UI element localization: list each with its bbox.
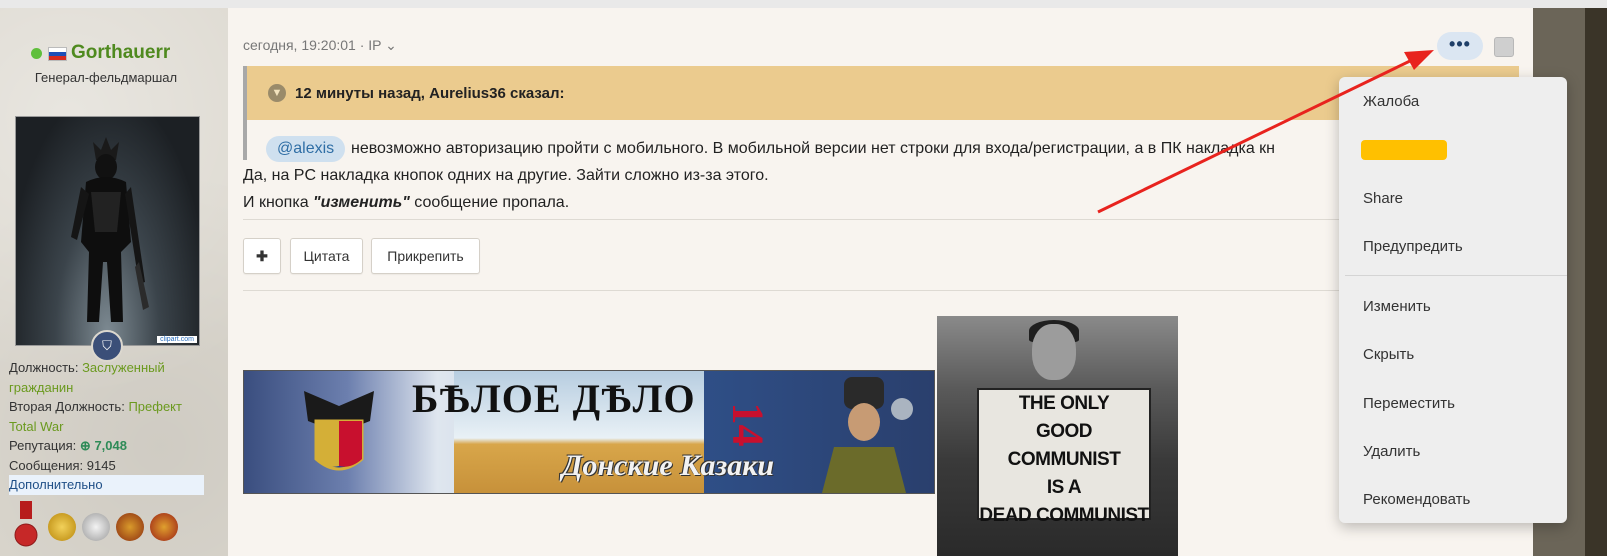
menu-item-recommend[interactable]: Рекомендовать (1363, 491, 1470, 508)
menu-divider (1345, 275, 1567, 276)
more-info-link[interactable]: Дополнительно (9, 475, 204, 495)
author-username[interactable]: Gorthauerr (71, 42, 170, 64)
quote-button[interactable]: Цитата (290, 238, 363, 274)
emphasis-text: "изменить" (313, 194, 410, 211)
top-bar (0, 0, 1607, 8)
multiquote-button[interactable]: ✚ (243, 238, 281, 274)
banner-number: 14 (723, 402, 773, 447)
second-position-row: Вторая Должность: Префект (9, 399, 182, 414)
ip-link[interactable]: IP (368, 37, 381, 53)
avatar-watermark: clipart.com (157, 336, 197, 343)
mention-link[interactable]: @alexis (266, 136, 346, 162)
signature-divider (243, 290, 1343, 291)
quote-header[interactable]: ▼ 12 минуты назад, Aurelius36 сказал: (243, 66, 1519, 120)
second-position-value-cont[interactable]: Total War (9, 417, 209, 437)
post-body-line-1: Да, на PC накладка кнопок одних на други… (243, 167, 769, 184)
medal-star-icon[interactable] (48, 513, 76, 541)
reputation-value: 7,048 (94, 438, 127, 453)
post-timestamp[interactable]: сегодня, 19:20:01 (243, 37, 356, 53)
quote-text: невозможно авторизацию пройти с мобильно… (351, 140, 1276, 157)
menu-item-delete[interactable]: Удалить (1363, 443, 1420, 460)
menu-item-warn[interactable]: Предупредить (1363, 238, 1463, 255)
medal-crest-icon[interactable] (150, 513, 178, 541)
post-meta: сегодня, 19:20:01 · IP ⌄ (243, 37, 397, 53)
messages-value: 9145 (86, 457, 116, 473)
author-panel: Gorthauerr Генерал-фельдмаршал clipart.c… (0, 8, 228, 556)
banner-title: БѢЛОЕ ДѢЛО (412, 376, 696, 421)
knight-figure-image (71, 137, 149, 322)
chevron-down-icon[interactable]: ⌄ (385, 37, 397, 53)
author-info: Должность: Заслуженный гражданин Вторая … (9, 358, 209, 495)
post-options-menu: Жалоба Share Предупредить Изменить Скрыт… (1339, 77, 1567, 523)
photo-head (1032, 324, 1076, 380)
chevron-down-icon[interactable]: ▼ (268, 84, 286, 102)
protest-sign: THE ONLY GOOD COMMUNIST IS A DEAD COMMUN… (977, 388, 1151, 526)
quote-author: 12 минуты назад, Aurelius36 сказал: (295, 85, 565, 102)
reputation-plus-icon: ⊕ (79, 438, 91, 453)
post-body-line-2: И кнопка "изменить" сообщение пропала. (243, 194, 570, 211)
menu-item-share[interactable]: Share (1363, 190, 1403, 207)
menu-item-edit[interactable]: Изменить (1363, 298, 1431, 315)
medal-laurel-icon[interactable] (82, 513, 110, 541)
coat-of-arms-icon (304, 391, 374, 471)
position-row: Должность: Заслуженный (9, 360, 165, 375)
medal-emblem-icon[interactable] (116, 513, 144, 541)
russia-flag-icon (48, 47, 67, 61)
author-rank-title: Генерал-фельдмаршал (34, 70, 178, 85)
medal-order-icon[interactable] (14, 501, 38, 553)
menu-item-report[interactable]: Жалоба (1363, 93, 1419, 110)
avatar[interactable]: clipart.com (15, 116, 200, 346)
divider (243, 219, 1343, 220)
signature-banner[interactable]: БѢЛОЕ ДѢЛО 14 Донские Казаки (243, 370, 935, 494)
position-value[interactable]: Заслуженный (82, 360, 165, 375)
attach-button[interactable]: Прикрепить (371, 238, 480, 274)
page-edge (1585, 8, 1607, 556)
reputation-row: Репутация: ⊕ 7,048 (9, 438, 127, 453)
second-position-value[interactable]: Префект (128, 399, 182, 414)
post-options-button[interactable]: ••• (1437, 32, 1483, 60)
redacted-menu-item[interactable] (1361, 140, 1447, 160)
cossack-portrait-image (822, 377, 913, 493)
online-status-icon (31, 48, 42, 59)
position-value-cont[interactable]: гражданин (9, 378, 209, 398)
signature-photo[interactable]: THE ONLY GOOD COMMUNIST IS A DEAD COMMUN… (937, 316, 1178, 556)
menu-item-hide[interactable]: Скрыть (1363, 346, 1414, 363)
banner-subtitle: Донские Казаки (562, 449, 775, 482)
menu-item-move[interactable]: Переместить (1363, 395, 1455, 412)
post-select-checkbox[interactable] (1494, 37, 1514, 57)
messages-row: Сообщения: 9145 (9, 457, 116, 473)
